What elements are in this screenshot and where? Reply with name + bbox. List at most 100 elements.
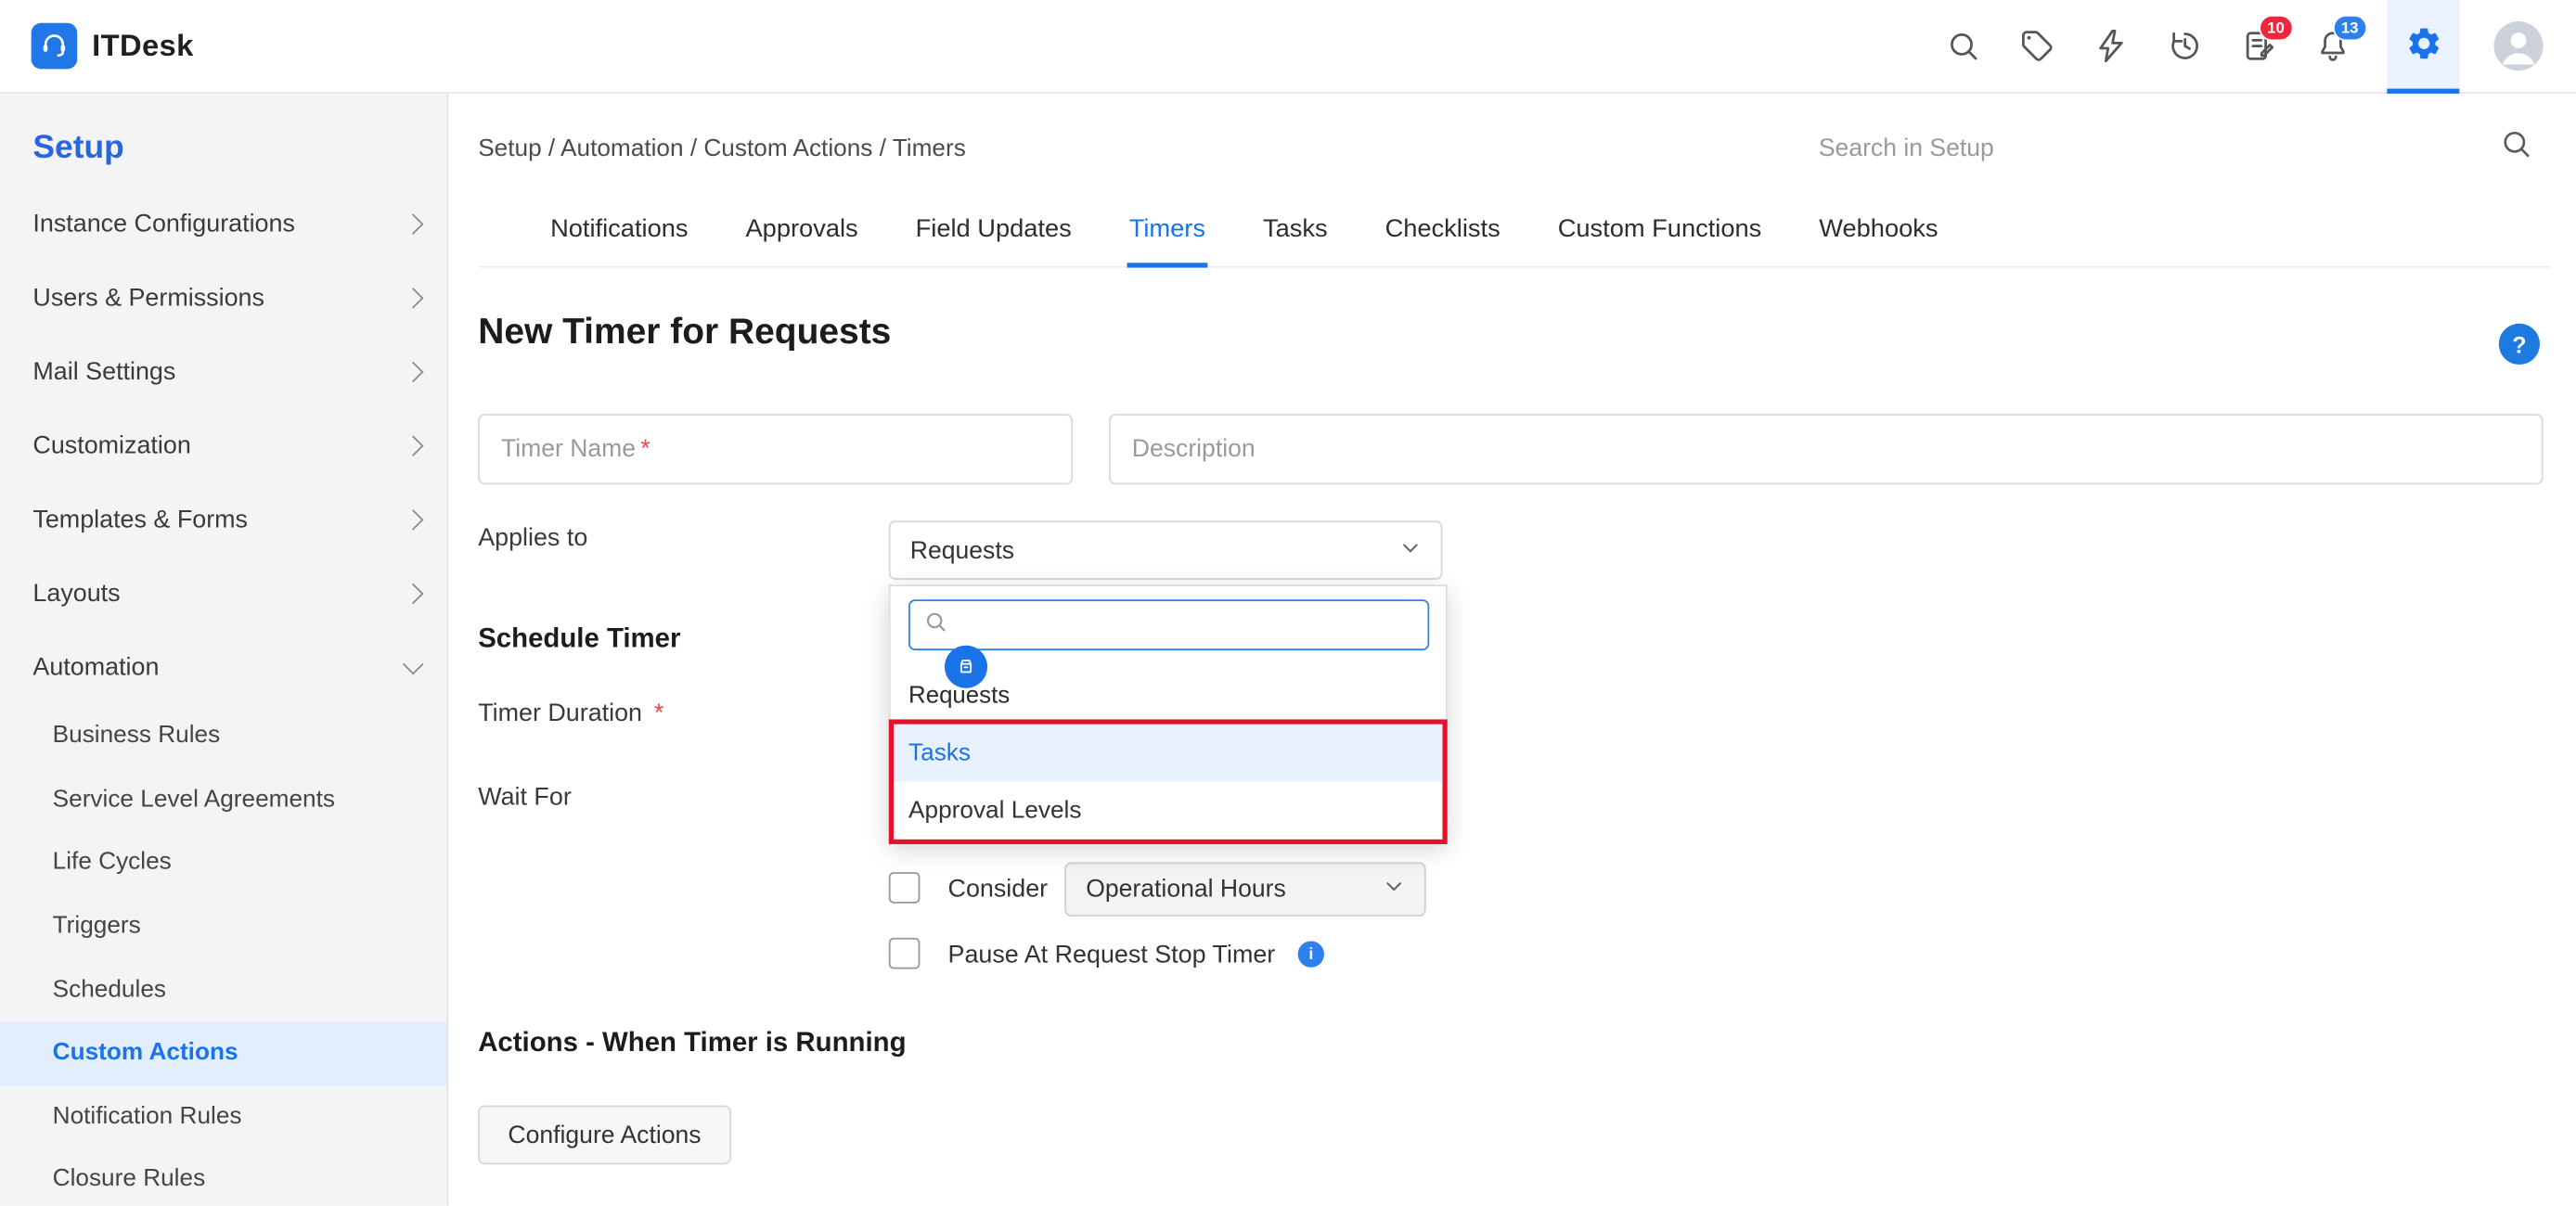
sidebar-subitem-label: Closure Rules — [53, 1167, 206, 1193]
sidebar-item-label: Layouts — [32, 580, 120, 608]
whats-new-tag-icon[interactable] — [2017, 26, 2056, 65]
required-asterisk: * — [640, 435, 650, 463]
sidebar-subitem-label: Triggers — [53, 913, 141, 939]
sidebar-item-mail-settings[interactable]: Mail Settings — [0, 335, 447, 409]
tab-approvals[interactable]: Approvals — [744, 215, 860, 268]
operational-hours-value: Operational Hours — [1086, 876, 1286, 904]
timer-name-input[interactable]: Timer Name * — [478, 414, 1073, 484]
search-icon[interactable] — [2499, 126, 2533, 169]
app-root: ITDesk — [0, 0, 2576, 1206]
tab-webhooks[interactable]: Webhooks — [1817, 215, 1939, 268]
configure-actions-button[interactable]: Configure Actions — [478, 1105, 731, 1164]
history-icon[interactable] — [2165, 26, 2204, 65]
dropdown-option-approval-levels[interactable]: Approval Levels — [894, 782, 1442, 840]
brand: ITDesk — [0, 23, 194, 70]
dropdown-search-input[interactable] — [958, 610, 1414, 640]
dropdown-option-tasks[interactable]: Tasks — [894, 725, 1442, 782]
timer-duration-label: Timer Duration * — [478, 699, 663, 727]
sidebar-item-customization[interactable]: Customization — [0, 409, 447, 483]
schedule-timer-header: Schedule Timer — [478, 622, 680, 655]
chevron-down-icon — [1384, 876, 1405, 904]
app-logo[interactable] — [32, 23, 78, 70]
sidebar-item-service-level-agreements[interactable]: Service Level Agreements — [0, 768, 447, 831]
sidebar-item-automation[interactable]: Automation — [0, 631, 447, 705]
pause-label: Pause At Request Stop Timer — [948, 941, 1276, 969]
sidebar-item-templates-forms[interactable]: Templates & Forms — [0, 482, 447, 557]
main-content: Setup / Automation / Custom Actions / Ti… — [450, 94, 2576, 1206]
chevron-right-icon — [403, 213, 424, 235]
tab-tasks[interactable]: Tasks — [1261, 215, 1329, 268]
sidebar-title: Setup — [32, 130, 446, 168]
setup-search-input[interactable] — [1815, 133, 2479, 164]
dropdown-search-box[interactable] — [908, 599, 1429, 650]
applies-to-value: Requests — [910, 536, 1014, 564]
settings-gear-icon[interactable] — [2387, 0, 2459, 93]
quick-actions-lightning-icon[interactable] — [2092, 26, 2131, 65]
headset-icon — [39, 29, 69, 63]
info-icon: i — [1298, 941, 1324, 967]
breadcrumb: Setup / Automation / Custom Actions / Ti… — [478, 136, 966, 162]
sidebar-item-layouts[interactable]: Layouts — [0, 557, 447, 631]
sidebar-item-label: Instance Configurations — [32, 211, 295, 238]
pause-checkbox[interactable] — [889, 938, 921, 969]
tab-bar: Notifications Approvals Field Updates Ti… — [478, 196, 2551, 268]
app-name: ITDesk — [92, 28, 194, 64]
page-title: New Timer for Requests — [478, 311, 891, 353]
timer-name-placeholder: Timer Name — [501, 435, 636, 463]
help-icon[interactable]: ? — [2499, 324, 2540, 365]
chevron-right-icon — [403, 584, 424, 605]
setup-search — [1815, 126, 2533, 169]
consider-label: Consider — [948, 876, 1049, 904]
timer-duration-text: Timer Duration — [478, 699, 642, 727]
feedback-count-badge: 10 — [2259, 15, 2292, 41]
notifications-bell-icon[interactable]: 13 — [2313, 26, 2352, 65]
operational-hours-select[interactable]: Operational Hours — [1064, 862, 1425, 916]
tab-custom-functions[interactable]: Custom Functions — [1556, 215, 1763, 268]
tab-notifications[interactable]: Notifications — [548, 215, 689, 268]
sidebar-item-business-rules[interactable]: Business Rules — [0, 705, 447, 768]
sidebar-item-triggers[interactable]: Triggers — [0, 894, 447, 957]
chevron-right-icon — [403, 435, 424, 456]
applies-to-select[interactable]: Requests — [889, 520, 1443, 580]
actions-header: Actions - When Timer is Running — [478, 1027, 906, 1059]
chevron-right-icon — [403, 509, 424, 531]
search-icon[interactable] — [1943, 26, 1982, 65]
top-actions: 10 13 — [1943, 0, 2576, 93]
tab-timers[interactable]: Timers — [1127, 215, 1207, 268]
top-bar: ITDesk — [0, 0, 2576, 94]
applies-to-dropdown: Requests Tasks Approval Levels — [889, 584, 1448, 842]
avatar[interactable] — [2493, 21, 2543, 71]
sidebar-item-users-permissions[interactable]: Users & Permissions — [0, 261, 447, 335]
sidebar-item-label: Users & Permissions — [32, 284, 264, 312]
search-icon — [923, 609, 948, 641]
sidebar-item-schedules[interactable]: Schedules — [0, 958, 447, 1021]
sidebar-item-notification-rules[interactable]: Notification Rules — [0, 1084, 447, 1148]
chevron-down-icon — [403, 654, 424, 675]
tab-checklists[interactable]: Checklists — [1384, 215, 1502, 268]
dropdown-option-requests[interactable]: Requests — [908, 683, 1010, 709]
sidebar-subitem-label: Service Level Agreements — [53, 787, 335, 813]
sidebar-item-life-cycles[interactable]: Life Cycles — [0, 831, 447, 894]
sidebar-subitem-label: Business Rules — [53, 724, 221, 750]
sidebar-subitem-label: Custom Actions — [53, 1040, 238, 1066]
notification-count-badge: 13 — [2333, 15, 2366, 41]
sidebar-subitem-label: Life Cycles — [53, 850, 172, 876]
chevron-right-icon — [403, 362, 424, 383]
applies-to-label: Applies to — [478, 524, 587, 552]
chevron-down-icon — [1399, 536, 1421, 564]
annotation-highlight: Tasks Approval Levels — [889, 719, 1448, 844]
sidebar-item-label: Templates & Forms — [32, 506, 248, 533]
consider-checkbox[interactable] — [889, 872, 921, 904]
required-asterisk: * — [654, 699, 663, 727]
sidebar-item-instance-configurations[interactable]: Instance Configurations — [0, 187, 447, 262]
feedback-icon[interactable]: 10 — [2239, 26, 2278, 65]
requests-module-icon — [945, 646, 987, 688]
description-input[interactable] — [1109, 414, 2544, 484]
sidebar-subitem-label: Schedules — [53, 977, 166, 1003]
wait-for-label: Wait For — [478, 783, 572, 811]
setup-sidebar: Setup Instance Configurations Users & Pe… — [0, 94, 448, 1206]
tab-field-updates[interactable]: Field Updates — [914, 215, 1074, 268]
sidebar-item-label: Automation — [32, 654, 159, 682]
sidebar-item-custom-actions[interactable]: Custom Actions — [0, 1021, 447, 1084]
sidebar-item-closure-rules[interactable]: Closure Rules — [0, 1148, 447, 1206]
